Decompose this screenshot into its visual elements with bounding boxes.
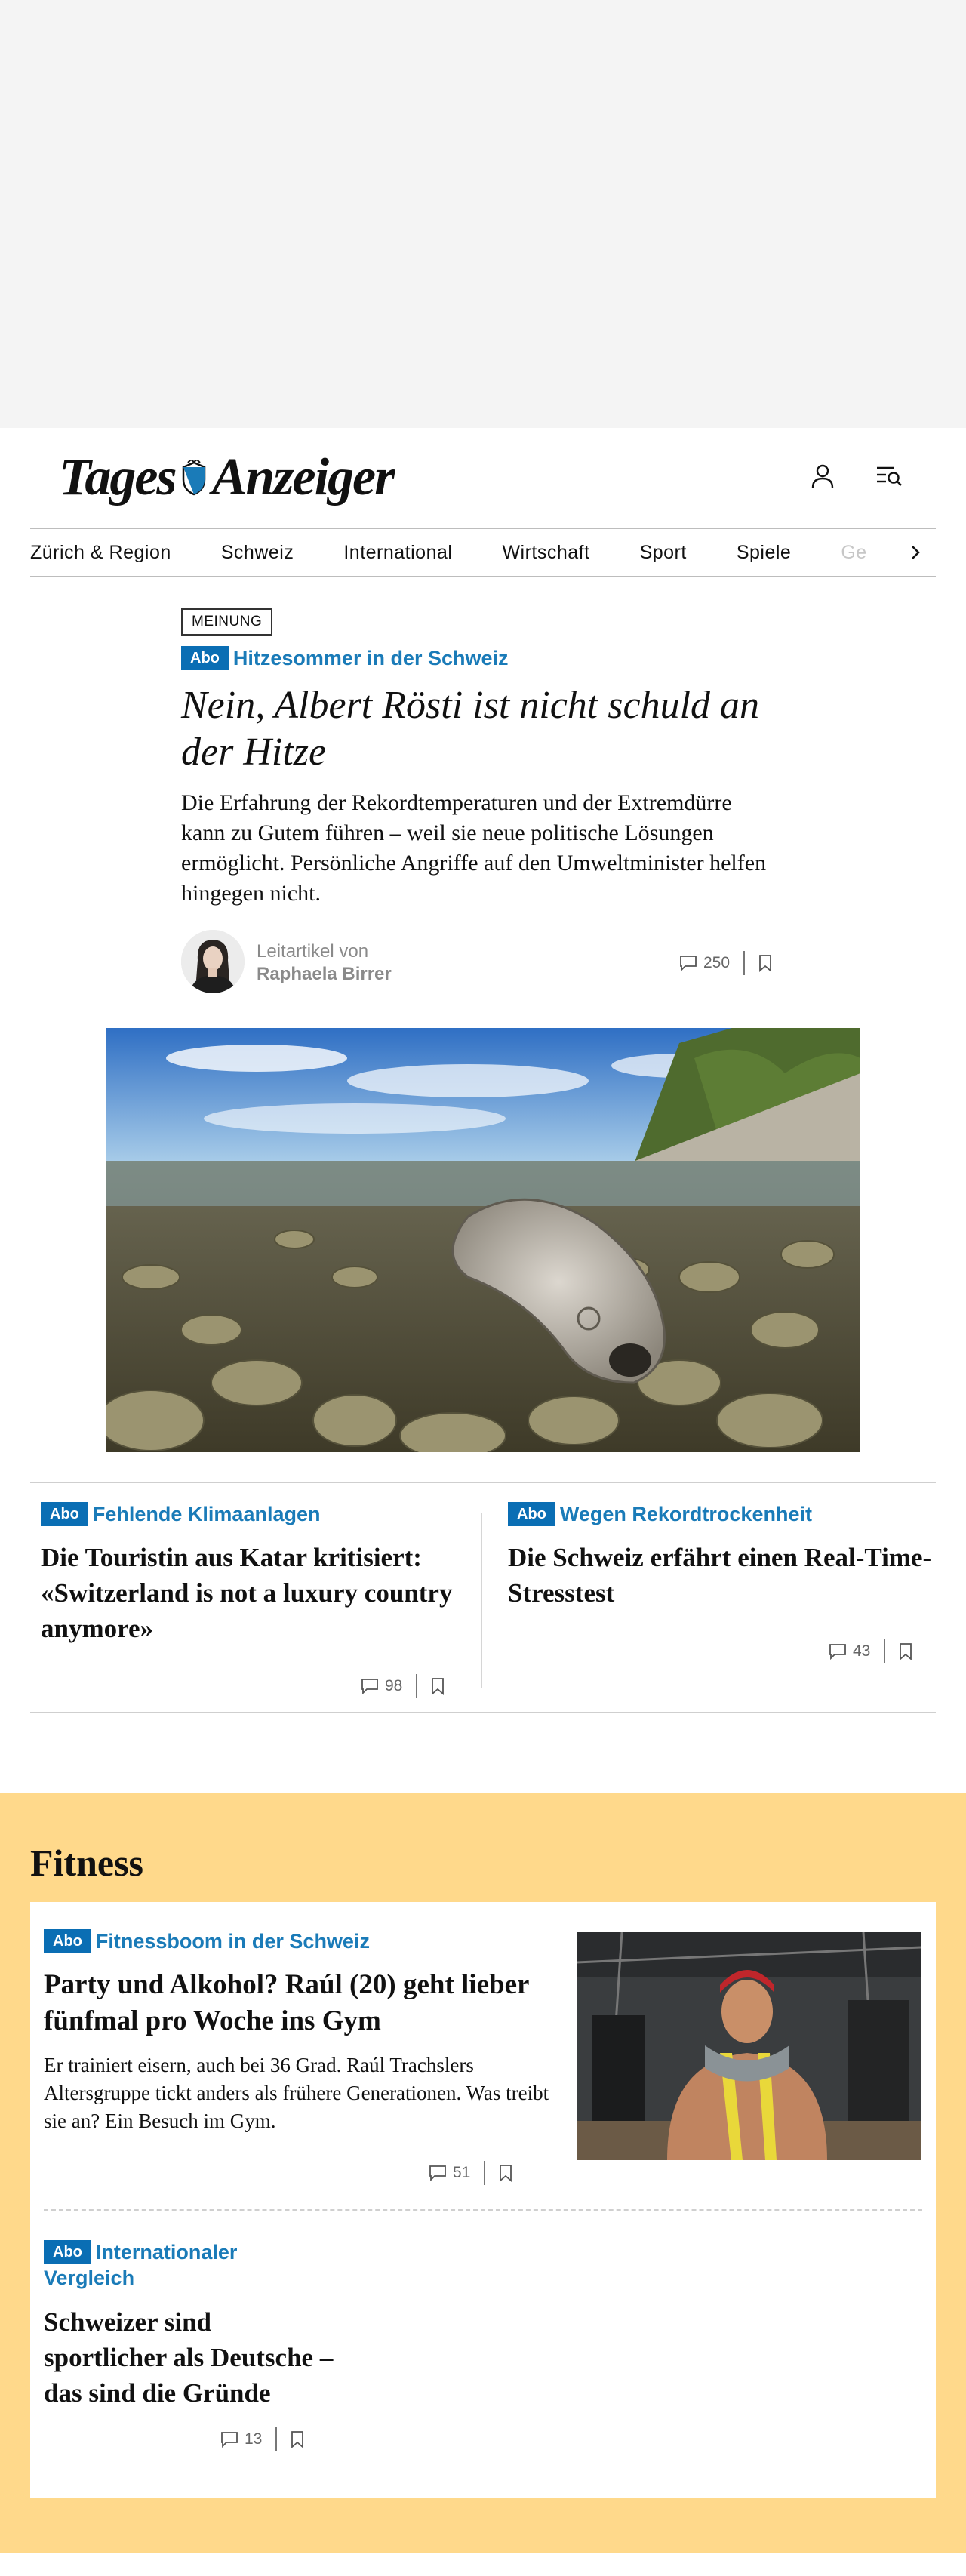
nav-next-button[interactable]: [883, 529, 936, 576]
comments-button[interactable]: 250: [679, 954, 730, 972]
teaser-title[interactable]: Die Schweiz erfährt einen Real-Time-Stre…: [508, 1540, 953, 1611]
comment-count: 43: [853, 1642, 871, 1660]
teaser-title[interactable]: Die Touristin aus Katar kritisiert: «Swi…: [41, 1540, 486, 1646]
article-actions: 13: [220, 2427, 304, 2451]
divider: [30, 1712, 936, 1713]
comments-button[interactable]: 98: [361, 1677, 402, 1695]
zurich-crest-icon: [182, 460, 205, 496]
article-title[interactable]: Party und Alkohol? Raúl (20) geht lieber…: [44, 1967, 557, 2039]
abo-badge: Abo: [181, 646, 229, 670]
abo-badge: Abo: [41, 1502, 88, 1526]
divider: [484, 2161, 486, 2185]
divider: [44, 2209, 922, 2211]
comments-button[interactable]: 43: [829, 1642, 870, 1660]
comment-count: 51: [453, 2164, 471, 2181]
author-avatar: [181, 930, 245, 993]
fitness-second-article[interactable]: Abo Internationaler Vergleich Schweizer s…: [44, 2239, 338, 2411]
comment-icon: [361, 1679, 378, 1694]
divider: [275, 2427, 278, 2451]
fitness-section: Fitness Abo Fitnessboom in der Schweiz Pa…: [0, 1793, 966, 2553]
nav-item-schweiz[interactable]: Schweiz: [221, 542, 294, 564]
comments-button[interactable]: 13: [220, 2430, 262, 2448]
byline-prefix: Leitartikel von: [257, 941, 369, 962]
comments-button[interactable]: 51: [429, 2164, 470, 2182]
author-row: Leitartikel von Raphaela Birrer 250: [181, 930, 785, 993]
bookmark-icon[interactable]: [899, 1642, 912, 1660]
nav-item-sport[interactable]: Sport: [640, 542, 687, 564]
fitness-image[interactable]: [577, 1932, 921, 2160]
fitness-main-article[interactable]: Abo Fitnessboom in der Schweiz Party und …: [44, 1929, 557, 2135]
comment-icon: [429, 2165, 446, 2181]
section-nav: Zürich & Region Schweiz International Wi…: [30, 528, 936, 577]
article-kicker: Fitnessboom in der Schweiz: [95, 1929, 370, 1953]
article-title[interactable]: Schweizer sind sportlicher als Deutsche …: [44, 2304, 338, 2411]
comment-count: 13: [245, 2430, 263, 2448]
nav-item-spiele[interactable]: Spiele: [737, 542, 792, 564]
hero-image[interactable]: [106, 1028, 860, 1452]
column-divider: [481, 1513, 482, 1688]
section-heading[interactable]: Fitness: [30, 1841, 143, 1885]
lead-actions: 250: [679, 951, 772, 975]
author-name[interactable]: Raphaela Birrer: [257, 963, 392, 986]
logo-text-right: Anzeiger: [211, 448, 395, 506]
site-logo[interactable]: Tages Anzeiger: [59, 448, 395, 508]
article-actions: 51: [429, 2161, 512, 2185]
teaser-card[interactable]: Abo Wegen Rekordtrockenheit Die Schweiz e…: [508, 1502, 953, 1611]
nav-item-truncated[interactable]: Ge: [841, 542, 866, 564]
bookmark-icon[interactable]: [291, 2430, 304, 2448]
menu-search-icon[interactable]: [872, 460, 906, 493]
comment-count: 98: [385, 1677, 403, 1694]
fitness-card: Abo Fitnessboom in der Schweiz Party und …: [30, 1902, 936, 2498]
article-lead-text: Die Erfahrung der Rekordtemperaturen und…: [181, 790, 767, 906]
lead-article[interactable]: MEINUNG Abo Hitzesommer in der Schweiz Ne…: [181, 608, 785, 909]
divider: [884, 1639, 886, 1663]
chevron-right-icon: [912, 546, 920, 559]
comment-icon: [680, 956, 697, 971]
article-title[interactable]: Nein, Albert Rösti ist nicht schuld an d…: [181, 682, 785, 776]
logo-text-left: Tages: [59, 448, 177, 506]
article-kicker-line-1: Internationaler: [95, 2241, 238, 2264]
teaser-actions: 98: [361, 1674, 445, 1698]
teaser-card[interactable]: Abo Fehlende Klimaanlagen Die Touristin a…: [41, 1502, 486, 1646]
article-kicker-line-2: Vergleich: [44, 2267, 135, 2290]
comment-count: 250: [703, 954, 731, 971]
divider: [743, 951, 746, 975]
article-lead-text: Er trainiert eisern, auch bei 36 Grad. R…: [44, 2054, 549, 2132]
teaser-kicker: Wegen Rekordtrockenheit: [559, 1502, 812, 1525]
article-kicker: Hitzesommer in der Schweiz: [232, 646, 509, 669]
site-header: Tages Anzeiger: [0, 428, 966, 526]
abo-badge: Abo: [44, 2240, 91, 2264]
comment-icon: [221, 2432, 238, 2448]
divider: [30, 1482, 936, 1483]
ad-placeholder: [0, 0, 966, 428]
section-label: MEINUNG: [181, 608, 273, 636]
abo-badge: Abo: [508, 1502, 555, 1526]
abo-badge: Abo: [44, 1929, 91, 1953]
teaser-kicker: Fehlende Klimaanlagen: [92, 1502, 321, 1525]
comment-icon: [829, 1644, 846, 1660]
bookmark-icon[interactable]: [499, 2164, 512, 2182]
teaser-actions: 43: [829, 1639, 912, 1663]
nav-item-wirtschaft[interactable]: Wirtschaft: [502, 542, 589, 564]
bookmark-icon[interactable]: [431, 1677, 445, 1695]
nav-item-international[interactable]: International: [343, 542, 452, 564]
nav-item-zurich-region[interactable]: Zürich & Region: [30, 542, 171, 564]
bookmark-icon[interactable]: [758, 954, 772, 972]
divider: [416, 1674, 418, 1698]
user-icon[interactable]: [806, 460, 839, 493]
